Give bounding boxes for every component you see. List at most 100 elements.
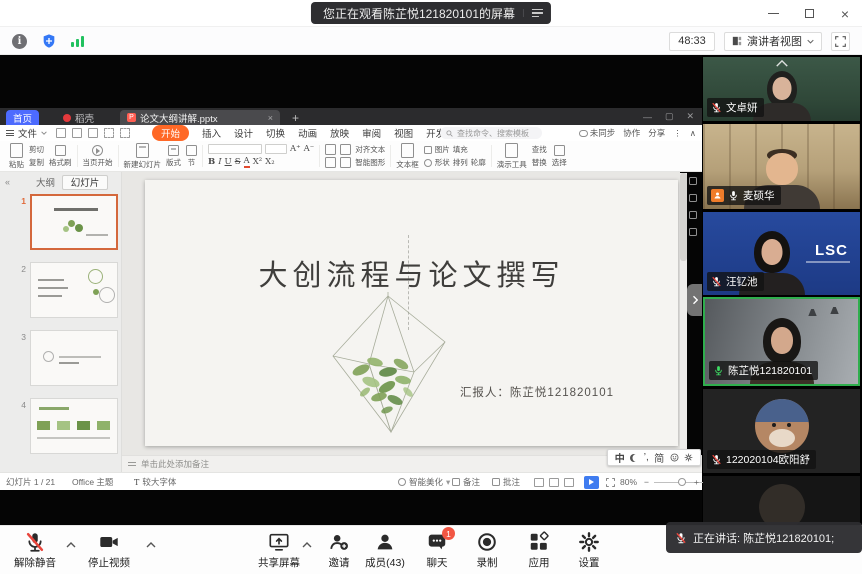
print-icon[interactable]: [72, 128, 82, 138]
bold-button[interactable]: B: [208, 157, 215, 167]
font-size-select[interactable]: [265, 144, 287, 154]
video-tile[interactable]: LSC 汪钇池: [703, 212, 860, 295]
smart-graphic-button[interactable]: 智能图形: [355, 157, 385, 168]
wps-file-menu[interactable]: 文件: [6, 126, 47, 140]
input-method-bar[interactable]: 中 ’, 简: [607, 449, 701, 466]
theme-name[interactable]: Office 主题: [72, 473, 113, 491]
slide-thumbnail-1[interactable]: [30, 194, 118, 250]
menu-tab-insert[interactable]: 插入: [202, 126, 221, 140]
scroll-up-indicator[interactable]: [775, 60, 789, 67]
wps-restore-button[interactable]: ▢: [665, 111, 674, 122]
wps-close-button[interactable]: ✕: [686, 111, 694, 122]
wps-tab-document[interactable]: P 论文大纲讲解.pptx ×: [120, 110, 280, 125]
more-options-icon[interactable]: ⋮: [673, 128, 682, 139]
minimize-button[interactable]: [762, 3, 784, 25]
play-from-current-button[interactable]: 当页开始: [83, 145, 113, 168]
current-slide[interactable]: 大创流程与论文撰写: [145, 180, 678, 446]
slide-thumbnail-4[interactable]: [30, 398, 118, 454]
subscript-button[interactable]: X₂: [265, 157, 274, 167]
font-color-button[interactable]: A: [244, 156, 250, 168]
replace-button[interactable]: 替换: [532, 157, 547, 168]
status-comments-button[interactable]: 批注: [492, 473, 520, 491]
increase-font-button[interactable]: A⁺: [290, 144, 301, 154]
zoom-in-button[interactable]: +: [694, 473, 699, 491]
video-tile[interactable]: 文卓妍: [703, 57, 860, 121]
share-screen-button[interactable]: 共享屏幕: [250, 531, 308, 570]
outline-button[interactable]: 轮廓: [471, 157, 486, 168]
video-options-caret[interactable]: [146, 542, 156, 548]
format-painter-button[interactable]: 格式刷: [49, 145, 72, 168]
meeting-info-icon[interactable]: i: [12, 34, 27, 49]
redo-icon[interactable]: [120, 128, 130, 138]
share-button[interactable]: 分享: [648, 127, 665, 139]
wps-tab-docer[interactable]: 稻壳: [56, 110, 101, 125]
fit-window-icon[interactable]: [606, 473, 615, 491]
settings-button[interactable]: 设置: [560, 531, 618, 570]
menu-tab-design[interactable]: 设计: [234, 126, 253, 140]
view-reading-button[interactable]: [564, 473, 574, 491]
animation-pane-icon[interactable]: [689, 194, 697, 202]
find-button[interactable]: 查找: [532, 144, 547, 155]
picture-button-label[interactable]: 图片: [435, 144, 450, 155]
output-icon[interactable]: [88, 128, 98, 138]
audio-options-caret[interactable]: [66, 542, 76, 548]
present-tools-button[interactable]: 演示工具: [497, 143, 527, 170]
video-tile[interactable]: [703, 476, 860, 525]
comment-pane-icon[interactable]: [689, 211, 697, 219]
slideshow-play-button[interactable]: [584, 473, 599, 491]
menu-tab-view[interactable]: 视图: [394, 126, 413, 140]
align-text-button[interactable]: 对齐文本: [355, 144, 385, 155]
menu-tab-transition[interactable]: 切换: [266, 126, 285, 140]
font-family-select[interactable]: [208, 144, 262, 154]
slide-thumbnail-2[interactable]: [30, 262, 118, 318]
new-tab-button[interactable]: +: [288, 110, 303, 125]
emoji-icon[interactable]: [670, 453, 679, 462]
paste-button[interactable]: 粘贴: [9, 143, 24, 170]
section-button[interactable]: 节: [186, 145, 197, 168]
view-mode-button[interactable]: 演讲者视图: [724, 32, 822, 51]
members-button[interactable]: 成员(43): [356, 531, 414, 570]
close-button[interactable]: ×: [834, 3, 856, 25]
shape-button-label[interactable]: 形状: [435, 157, 450, 168]
wps-tab-home[interactable]: 首页: [6, 110, 39, 125]
superscript-button[interactable]: X²: [253, 157, 262, 167]
zoom-out-button[interactable]: −: [644, 473, 649, 491]
sidebar-collapse-handle[interactable]: [687, 284, 702, 316]
align-left-button[interactable]: [325, 157, 336, 168]
panel-collapse-icon[interactable]: «: [5, 177, 10, 187]
save-icon[interactable]: [56, 128, 66, 138]
security-shield-icon[interactable]: [41, 33, 57, 49]
document-scrollbar[interactable]: [680, 173, 687, 455]
video-tile[interactable]: 麦硕华: [703, 124, 860, 209]
arrange-button[interactable]: 排列: [453, 157, 468, 168]
gear-icon[interactable]: [684, 453, 693, 462]
tab-close-icon[interactable]: ×: [268, 113, 273, 123]
decrease-font-button[interactable]: A⁻: [304, 144, 315, 154]
banner-menu-icon[interactable]: [523, 9, 543, 18]
slide-layout-button[interactable]: 版式: [166, 145, 181, 168]
slide-thumbnail-3[interactable]: [30, 330, 118, 386]
outline-tab[interactable]: 大纲: [36, 175, 55, 189]
align-center-button[interactable]: [340, 157, 351, 168]
command-search-input[interactable]: 查找命令、搜索模板: [440, 127, 542, 139]
menu-tab-animation[interactable]: 动画: [298, 126, 317, 140]
ime-lang-indicator[interactable]: 中: [615, 450, 625, 465]
wps-minimize-button[interactable]: —: [643, 112, 652, 122]
status-notes-button[interactable]: 备注: [452, 473, 480, 491]
record-button[interactable]: 录制: [458, 531, 516, 570]
collapse-ribbon-icon[interactable]: ∧: [690, 128, 696, 139]
underline-button[interactable]: U: [225, 157, 232, 167]
menu-tab-review[interactable]: 审阅: [362, 126, 381, 140]
italic-button[interactable]: I: [218, 157, 221, 167]
cloud-sync-status[interactable]: 未同步: [579, 127, 616, 139]
menu-tab-home[interactable]: 开始: [152, 125, 189, 141]
zoom-percent[interactable]: 80%: [620, 473, 637, 491]
select-button[interactable]: 选择: [552, 145, 567, 168]
slides-tab[interactable]: 幻灯片: [62, 175, 108, 190]
properties-icon[interactable]: [689, 177, 697, 185]
number-list-button[interactable]: [340, 144, 351, 155]
bullet-list-button[interactable]: [325, 144, 336, 155]
video-tile[interactable]: 122020104欧阳舒: [703, 389, 860, 473]
moon-icon[interactable]: [630, 454, 638, 462]
view-normal-button[interactable]: [534, 473, 544, 491]
